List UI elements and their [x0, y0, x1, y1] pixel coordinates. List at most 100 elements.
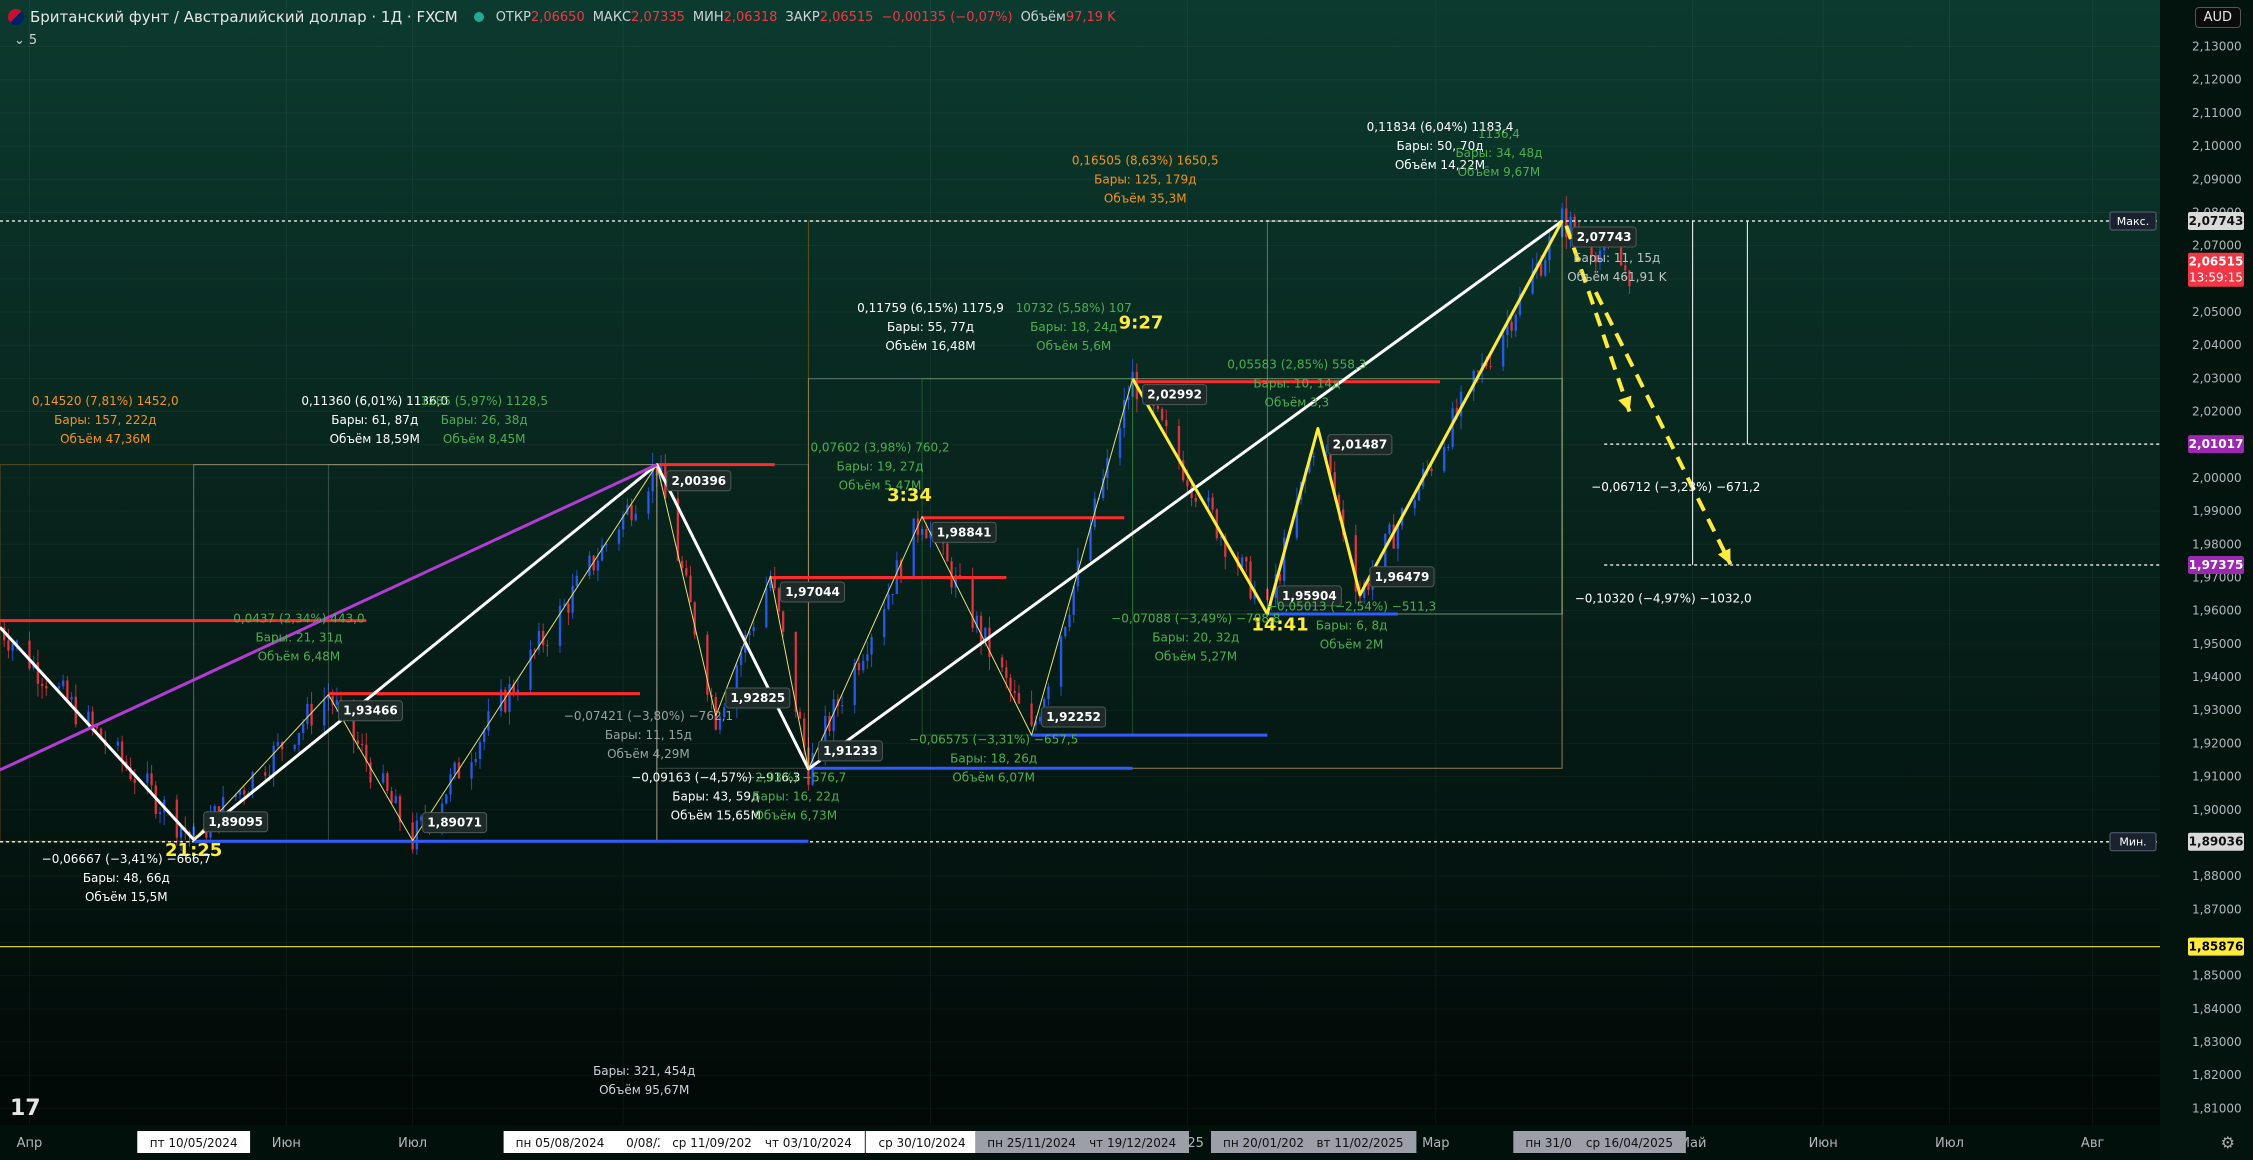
- ohlc-label: ЗАКР: [785, 9, 820, 25]
- candle-body: [36, 662, 40, 684]
- candle-body: [1005, 667, 1008, 678]
- candle-body: [381, 773, 385, 783]
- measure-annotation-line: Бары: 48, 66д: [83, 871, 170, 885]
- chart-stage[interactable]: 1,89095 1,93466 1,89071 2,00396 1,92825 1,970…: [0, 0, 2253, 1160]
- candle-body: [1068, 614, 1071, 627]
- candle-body: [706, 634, 709, 695]
- measure-annotation-line: Бары: 18, 26д: [950, 751, 1037, 765]
- measure-annotation-line: Объём 5,6M: [1036, 339, 1111, 353]
- candle-body: [887, 594, 890, 610]
- candle-body: [781, 611, 785, 632]
- time-axis-tick-label: Мар: [1422, 1136, 1449, 1151]
- time-axis-date-box: вт 11/02/2025: [1303, 1131, 1417, 1153]
- candle-body: [571, 585, 574, 613]
- price-chart[interactable]: 1,89095 1,93466 1,89071 2,00396 1,92825 1,970…: [0, 0, 2253, 1160]
- candle-body: [630, 504, 633, 521]
- chevron-down-icon: ⌄: [14, 32, 25, 48]
- pivot-label: 1,89095: [203, 811, 269, 833]
- time-axis-date-box-text: ср 30/10/2024: [879, 1136, 966, 1150]
- tradingview-logo-icon: 17: [10, 1096, 41, 1121]
- measure-annotation-line: Объём 16,48M: [885, 339, 975, 353]
- candle-body: [765, 588, 768, 628]
- candle-body: [1186, 480, 1189, 487]
- candle-body: [1030, 703, 1033, 726]
- pivot-label-text: 1,92252: [1046, 710, 1101, 724]
- candle-body: [61, 680, 65, 687]
- pivot-label-text: 1,89071: [427, 816, 482, 830]
- candle-body: [752, 627, 755, 632]
- price-axis-tick-label: 1,81000: [2192, 1101, 2242, 1115]
- price-badge-text: 2,07743: [2189, 214, 2244, 228]
- ohlc-value: 2,06318: [723, 9, 778, 25]
- time-axis-date-box-text: пн 25/11/2024: [987, 1136, 1076, 1150]
- measure-annotation-line: 0,05583 (2,85%) 558,3: [1227, 357, 1366, 371]
- measure-annotation-line: −0,06575 (−3,31%) −657,5: [909, 732, 1078, 746]
- indicators-collapse-button[interactable]: ⌄ 5: [8, 30, 43, 50]
- pivot-label: 2,01487: [1327, 434, 1393, 456]
- measure-annotation-line: Объём 95,67M: [599, 1083, 689, 1097]
- candle-body: [1000, 657, 1004, 668]
- price-axis-tick-label: 2,13000: [2192, 40, 2242, 54]
- candle-body: [264, 772, 267, 776]
- measure-annotation-line: 10732 (5,58%) 107: [1016, 301, 1132, 315]
- candle-body: [617, 529, 621, 544]
- candle-body: [1156, 405, 1160, 409]
- candle-body: [1489, 366, 1492, 368]
- candle-body: [268, 774, 271, 776]
- measure-annotation-line: Бары: 11, 15д: [1573, 251, 1660, 265]
- measure-annotation-line: 0,14520 (7,81%) 1452,0: [32, 394, 179, 408]
- candle-body: [1013, 690, 1016, 694]
- measure-annotation-line: Бары: 6, 8д: [1316, 619, 1388, 633]
- candle-body: [11, 644, 14, 651]
- candle-body: [179, 827, 183, 838]
- candle-body: [70, 696, 73, 700]
- measure-annotation-line: Объём 47,36M: [60, 432, 150, 446]
- currency-button[interactable]: AUD: [2194, 7, 2241, 28]
- candle-body: [57, 686, 61, 689]
- time-axis-date-box-text: чт 03/10/2024: [765, 1136, 852, 1150]
- candle-body: [91, 711, 94, 726]
- time-axis-date-box-text: ср 16/04/2025: [1586, 1136, 1673, 1150]
- candle-body: [301, 723, 305, 733]
- candle-body: [866, 654, 869, 661]
- price-axis-tick-label: 1,99000: [2192, 504, 2242, 518]
- gear-icon[interactable]: ⚙: [2221, 1133, 2235, 1152]
- candle-body: [891, 593, 894, 595]
- candle-body: [689, 575, 692, 603]
- market-status-icon: [473, 12, 484, 22]
- measure-annotation-line: Бары: 10, 14д: [1253, 376, 1340, 390]
- candle-body: [386, 773, 389, 791]
- candle-body: [685, 568, 688, 576]
- measure-annotation-line: Объём 15,5M: [85, 890, 168, 904]
- measure-annotation-line: Бары: 55, 77д: [887, 320, 974, 334]
- candle-body: [1312, 455, 1315, 458]
- candle-body: [297, 732, 301, 745]
- price-badge-text: 1,89036: [2189, 835, 2244, 849]
- candle-body: [7, 640, 10, 651]
- symbol-title[interactable]: Британский фунт / Австралийский доллар ·…: [30, 8, 458, 26]
- price-axis-tick-label: 2,07000: [2192, 239, 2242, 253]
- candle-body: [474, 759, 477, 763]
- candle-body: [276, 741, 280, 746]
- candle-body: [925, 529, 928, 539]
- measure-annotation-line: −2,93%) −576,7: [745, 771, 846, 785]
- candle-body: [840, 704, 844, 707]
- candle-body: [335, 699, 339, 705]
- ohlc-value: 2,06515: [819, 9, 874, 25]
- candle-body: [979, 615, 983, 643]
- measure-annotation-line: Бары: 11, 15д: [605, 728, 692, 742]
- indicators-count: 5: [28, 32, 38, 48]
- price-axis-tick-label: 1,82000: [2192, 1068, 2242, 1082]
- measure-annotation-line: Бары: 20, 32д: [1152, 630, 1239, 644]
- candle-body: [1544, 260, 1547, 276]
- candle-body: [1413, 500, 1416, 509]
- candle-body: [647, 491, 650, 514]
- price-axis-tick-label: 2,11000: [2192, 106, 2242, 120]
- time-axis-date-box: чт 03/10/2024: [752, 1131, 865, 1153]
- measure-annotation-line: Бары: 157, 222д: [54, 413, 156, 427]
- measure-annotation-line: Объём 6,73M: [754, 809, 837, 823]
- candle-body: [158, 812, 162, 814]
- candle-body: [1009, 677, 1012, 691]
- price-badge-text: 2,01017: [2189, 437, 2244, 451]
- flag-icon: [8, 9, 24, 25]
